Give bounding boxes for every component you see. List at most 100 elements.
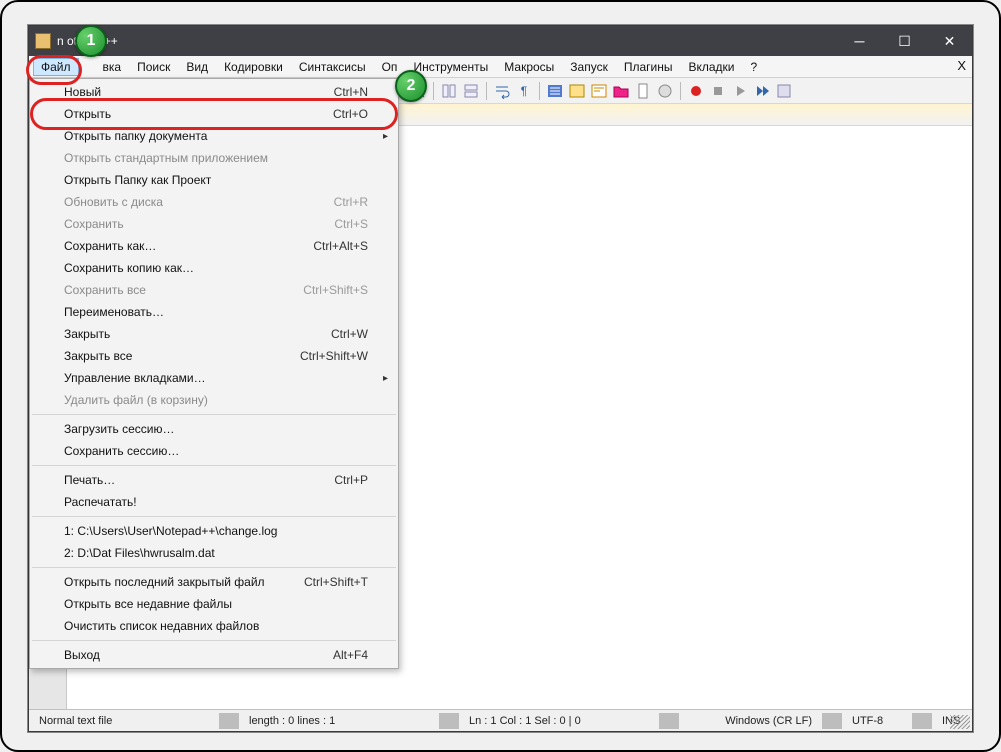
status-position: Ln : 1 Col : 1 Sel : 0 | 0 <box>459 715 659 727</box>
menu-item-22[interactable]: 1: C:\Users\User\Notepad++\change.log <box>30 520 398 542</box>
menu-item-shortcut: Ctrl+O <box>333 107 368 121</box>
menu-macros[interactable]: Макросы <box>496 58 562 76</box>
save-macro-icon[interactable] <box>774 81 794 101</box>
titlebar: n otepad++ ─ ☐ ✕ <box>29 26 972 56</box>
menu-item-25[interactable]: Открыть последний закрытый файлCtrl+Shif… <box>30 571 398 593</box>
lang-format-icon[interactable] <box>567 81 587 101</box>
folder-workspace-icon[interactable] <box>611 81 631 101</box>
status-eol: Windows (CR LF) <box>715 715 822 727</box>
menu-file[interactable]: Файл <box>33 58 79 76</box>
menu-item-shortcut: Ctrl+Shift+S <box>303 283 368 297</box>
menu-item-label: Новый <box>64 85 334 99</box>
menu-item-label: Обновить с диска <box>64 195 334 209</box>
record-macro-icon[interactable] <box>686 81 706 101</box>
menu-tabs[interactable]: Вкладки <box>680 58 742 76</box>
menu-item-shortcut: Ctrl+N <box>334 85 368 99</box>
play-multi-icon[interactable] <box>752 81 772 101</box>
sync-h-icon[interactable] <box>461 81 481 101</box>
menu-item-29[interactable]: ВыходAlt+F4 <box>30 644 398 666</box>
menu-item-label: Открыть <box>64 107 333 121</box>
menu-item-label: Управление вкладками… <box>64 371 368 385</box>
menu-item-label: Сохранить все <box>64 283 303 297</box>
menu-item-26[interactable]: Открыть все недавние файлы <box>30 593 398 615</box>
window-close-button[interactable]: ✕ <box>927 26 972 56</box>
menu-item-17[interactable]: Сохранить сессию… <box>30 440 398 462</box>
resize-grip-icon[interactable] <box>950 715 970 729</box>
menu-item-shortcut: Ctrl+W <box>331 327 368 341</box>
menu-syntax[interactable]: Синтаксисы <box>291 58 374 76</box>
menu-item-label: Удалить файл (в корзину) <box>64 393 368 407</box>
menu-item-label: Закрыть <box>64 327 331 341</box>
menu-item-label: Открыть папку документа <box>64 129 368 143</box>
menu-item-label: Сохранить как… <box>64 239 313 253</box>
menu-item-13[interactable]: Управление вкладками… ▸ <box>30 367 398 389</box>
menu-item-1[interactable]: ОткрытьCtrl+O <box>30 103 398 125</box>
menu-item-14: Удалить файл (в корзину) <box>30 389 398 411</box>
menu-item-label: Открыть последний закрытый файл <box>64 575 304 589</box>
menu-edit[interactable]: вка <box>95 58 130 76</box>
menu-item-0[interactable]: НовыйCtrl+N <box>30 81 398 103</box>
menu-item-10[interactable]: Переименовать… <box>30 301 398 323</box>
menu-item-shortcut: Ctrl+P <box>334 473 368 487</box>
show-all-chars-icon[interactable]: ¶ <box>514 81 534 101</box>
stop-macro-icon[interactable] <box>708 81 728 101</box>
menu-item-label: Распечатать! <box>64 495 368 509</box>
menu-item-7[interactable]: Сохранить как…Ctrl+Alt+S <box>30 235 398 257</box>
menu-item-20[interactable]: Распечатать! <box>30 491 398 513</box>
doc-map-icon[interactable] <box>633 81 653 101</box>
function-list-icon[interactable] <box>589 81 609 101</box>
menu-item-19[interactable]: Печать…Ctrl+P <box>30 469 398 491</box>
menu-item-label: 1: C:\Users\User\Notepad++\change.log <box>64 524 368 538</box>
menu-item-label: Сохранить <box>64 217 334 231</box>
menu-item-11[interactable]: ЗакрытьCtrl+W <box>30 323 398 345</box>
indent-guide-icon[interactable] <box>545 81 565 101</box>
menu-item-label: Переименовать… <box>64 305 368 319</box>
menu-item-shortcut: Ctrl+R <box>334 195 368 209</box>
app-icon <box>35 33 51 49</box>
menu-help[interactable]: ? <box>743 58 766 76</box>
menu-search[interactable]: Поиск <box>129 58 178 76</box>
menu-item-5: Обновить с дискаCtrl+R <box>30 191 398 213</box>
status-encoding: UTF-8 <box>842 715 912 727</box>
tab-close-x[interactable]: X <box>957 58 966 73</box>
menu-item-label: 2: D:\Dat Files\hwrusalm.dat <box>64 546 368 560</box>
window-minimize-button[interactable]: ─ <box>837 26 882 56</box>
menubar: Файл вка Поиск Вид Кодировки Синтаксисы … <box>29 56 972 78</box>
menu-item-label: Очистить список недавних файлов <box>64 619 368 633</box>
menu-item-shortcut: Ctrl+Alt+S <box>313 239 368 253</box>
menu-item-label: Выход <box>64 648 333 662</box>
menu-item-12[interactable]: Закрыть всеCtrl+Shift+W <box>30 345 398 367</box>
menu-item-shortcut: Alt+F4 <box>333 648 368 662</box>
menu-run[interactable]: Запуск <box>562 58 616 76</box>
menu-item-shortcut: Ctrl+Shift+W <box>300 349 368 363</box>
menu-item-label: Сохранить сессию… <box>64 444 368 458</box>
status-filetype: Normal text file <box>29 715 219 727</box>
menu-item-label: Загрузить сессию… <box>64 422 368 436</box>
doc-list-icon[interactable] <box>655 81 675 101</box>
menu-item-9: Сохранить всеCtrl+Shift+S <box>30 279 398 301</box>
menu-item-23[interactable]: 2: D:\Dat Files\hwrusalm.dat <box>30 542 398 564</box>
menu-item-16[interactable]: Загрузить сессию… <box>30 418 398 440</box>
menu-item-4[interactable]: Открыть Папку как Проект <box>30 169 398 191</box>
menu-encoding[interactable]: Кодировки <box>216 58 291 76</box>
window-maximize-button[interactable]: ☐ <box>882 26 927 56</box>
annotation-badge-2: 2 <box>395 70 427 102</box>
sync-v-icon[interactable] <box>439 81 459 101</box>
wordwrap-icon[interactable] <box>492 81 512 101</box>
menu-plugins[interactable]: Плагины <box>616 58 681 76</box>
submenu-arrow-icon: ▸ <box>383 373 388 384</box>
menu-item-8[interactable]: Сохранить копию как… <box>30 257 398 279</box>
menu-item-shortcut: Ctrl+S <box>334 217 368 231</box>
menu-item-3: Открыть стандартным приложением <box>30 147 398 169</box>
menu-view[interactable]: Вид <box>178 58 216 76</box>
menu-item-27[interactable]: Очистить список недавних файлов <box>30 615 398 637</box>
menu-item-label: Печать… <box>64 473 334 487</box>
menu-item-label: Сохранить копию как… <box>64 261 368 275</box>
menu-item-2[interactable]: Открыть папку документа▸ <box>30 125 398 147</box>
annotation-badge-1: 1 <box>75 25 107 57</box>
file-menu-dropdown: НовыйCtrl+NОткрытьCtrl+OОткрыть папку до… <box>29 78 399 669</box>
statusbar: Normal text file length : 0 lines : 1 Ln… <box>29 709 972 731</box>
menu-item-label: Открыть все недавние файлы <box>64 597 368 611</box>
play-macro-icon[interactable] <box>730 81 750 101</box>
menu-item-shortcut: Ctrl+Shift+T <box>304 575 368 589</box>
